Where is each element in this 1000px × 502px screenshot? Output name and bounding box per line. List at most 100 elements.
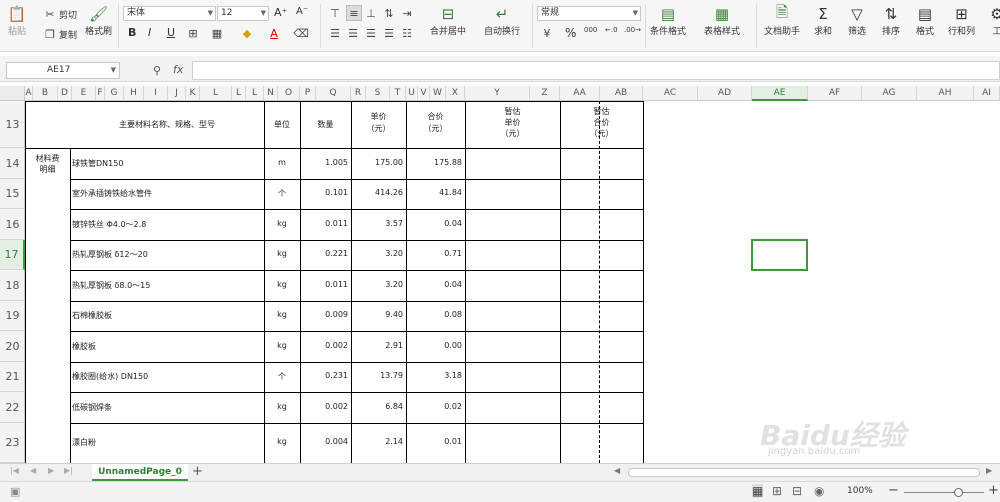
column-header[interactable]: AE [752, 86, 808, 101]
item-name[interactable]: 热轧厚钢板 δ8.0～15 [72, 280, 262, 291]
column-header[interactable]: Q [316, 86, 351, 101]
header-est-unit-2[interactable]: 单价 [465, 117, 560, 128]
column-header[interactable]: AA [560, 86, 600, 101]
rows-cols-button[interactable]: ⊞ 行和列 [948, 4, 975, 37]
percent-button[interactable]: % [565, 26, 576, 40]
row-header[interactable]: 15 [0, 179, 25, 209]
item-name[interactable]: 橡胶板 [72, 341, 262, 352]
row-header[interactable]: 20 [0, 331, 25, 362]
item-unit[interactable]: kg [264, 341, 300, 350]
font-name-select[interactable]: 宋体 ▼ [123, 6, 216, 21]
column-header[interactable]: Z [530, 86, 560, 101]
item-name[interactable]: 低碳钢焊条 [72, 402, 262, 413]
item-unit[interactable]: m [264, 158, 300, 167]
item-unit[interactable]: 个 [264, 188, 300, 199]
column-header[interactable]: K [186, 86, 200, 101]
item-unit[interactable]: kg [264, 402, 300, 411]
header-est-total-3[interactable]: （元） [560, 128, 643, 139]
filter-button[interactable]: ▽ 筛选 [846, 4, 868, 37]
column-header[interactable]: W [430, 86, 446, 101]
column-header[interactable]: B [33, 86, 58, 101]
item-total[interactable]: 0.04 [406, 219, 462, 228]
orientation-button[interactable]: ⇅ [382, 6, 396, 20]
horizontal-scrollbar[interactable] [628, 468, 980, 477]
sort-button[interactable]: ⇅ 排序 [880, 4, 902, 37]
item-unit[interactable]: kg [264, 310, 300, 319]
header-est-total-2[interactable]: 合价 [560, 117, 643, 128]
column-header[interactable]: G [105, 86, 124, 101]
column-header[interactable]: L [232, 86, 246, 101]
item-qty[interactable]: 0.002 [300, 341, 348, 350]
tab-nav-first-icon[interactable]: |◀ [10, 466, 19, 475]
scroll-right-icon[interactable]: ▶ [986, 466, 992, 475]
column-header[interactable]: F [96, 86, 105, 101]
column-header[interactable]: AH [917, 86, 974, 101]
row-header[interactable]: 16 [0, 209, 25, 240]
item-name[interactable]: 室外承插铸铁给水管件 [72, 188, 262, 199]
item-price[interactable]: 2.91 [351, 341, 403, 350]
column-header[interactable]: AD [698, 86, 752, 101]
column-header[interactable]: AG [862, 86, 917, 101]
item-qty[interactable]: 0.002 [300, 402, 348, 411]
header-unit-price-yuan[interactable]: （元） [351, 123, 406, 134]
column-header[interactable]: D [58, 86, 72, 101]
column-header[interactable]: X [446, 86, 465, 101]
item-total[interactable]: 0.01 [406, 437, 462, 446]
item-price[interactable]: 3.20 [351, 249, 403, 258]
conditional-format-button[interactable]: ▤ 条件格式 [650, 4, 686, 37]
column-header[interactable]: L [200, 86, 232, 101]
row-header[interactable]: 13 [0, 101, 25, 148]
item-qty[interactable]: 0.231 [300, 371, 348, 380]
page-break-icon[interactable]: ⊟ [792, 484, 802, 498]
cut-button[interactable]: ✂ 剪切 [43, 7, 77, 21]
copy-button[interactable]: ❐ 复制 [43, 27, 77, 41]
column-header[interactable]: A [25, 86, 33, 101]
column-header[interactable]: U [406, 86, 418, 101]
column-header[interactable]: R [351, 86, 366, 101]
item-qty[interactable]: 0.004 [300, 437, 348, 446]
column-header[interactable]: S [366, 86, 390, 101]
page-layout-icon[interactable]: ⊞ [772, 484, 782, 498]
zoom-in-button[interactable]: + [988, 483, 999, 498]
item-name[interactable]: 镀锌铁丝 Φ4.0～2.8 [72, 219, 262, 230]
zoom-slider[interactable] [904, 492, 984, 493]
work-button[interactable]: ⚙ 工 [986, 4, 1000, 37]
column-header[interactable]: H [124, 86, 144, 101]
column-header[interactable]: AC [643, 86, 698, 101]
row-header[interactable]: 18 [0, 270, 25, 301]
item-price[interactable]: 3.57 [351, 219, 403, 228]
row-header[interactable]: 22 [0, 392, 25, 423]
justify-button[interactable]: ☰ [382, 26, 396, 40]
item-price[interactable]: 13.79 [351, 371, 403, 380]
column-header[interactable]: V [418, 86, 430, 101]
header-material[interactable]: 主要材料名称、规格、型号 [70, 119, 264, 130]
item-price[interactable]: 6.84 [351, 402, 403, 411]
column-header[interactable]: N [264, 86, 278, 101]
underline-button[interactable]: U [167, 26, 175, 39]
row-header[interactable]: 17 [0, 240, 25, 270]
header-est-total[interactable]: 暂估 [560, 106, 643, 117]
item-unit[interactable]: 个 [264, 371, 300, 382]
item-qty[interactable]: 0.101 [300, 188, 348, 197]
wrap-text-button[interactable]: ↵ 自动换行 [484, 4, 520, 37]
header-unit-price[interactable]: 单价 [351, 111, 406, 122]
item-name[interactable]: 漂白粉 [72, 437, 262, 448]
item-unit[interactable]: kg [264, 280, 300, 289]
column-header[interactable]: T [390, 86, 406, 101]
item-qty[interactable]: 1.005 [300, 158, 348, 167]
sum-button[interactable]: Σ 求和 [812, 4, 834, 37]
increase-decimal-button[interactable]: ←.0 [605, 26, 618, 34]
format-painter-button[interactable]: 🖌 格式刷 [85, 4, 112, 37]
item-total[interactable]: 0.08 [406, 310, 462, 319]
item-qty[interactable]: 0.011 [300, 280, 348, 289]
cell-style-button[interactable]: ▦ [210, 26, 224, 40]
zoom-search-icon[interactable]: ⚲ [153, 64, 161, 77]
item-qty[interactable]: 0.221 [300, 249, 348, 258]
column-header[interactable]: E [72, 86, 96, 101]
column-header[interactable]: AB [600, 86, 643, 101]
currency-button[interactable]: ¥ [540, 26, 554, 40]
format-button[interactable]: ▤ 格式 [914, 4, 936, 37]
row-header[interactable]: 21 [0, 362, 25, 392]
indent-button[interactable]: ⇥ [400, 6, 414, 20]
column-header[interactable]: AI [974, 86, 1000, 101]
